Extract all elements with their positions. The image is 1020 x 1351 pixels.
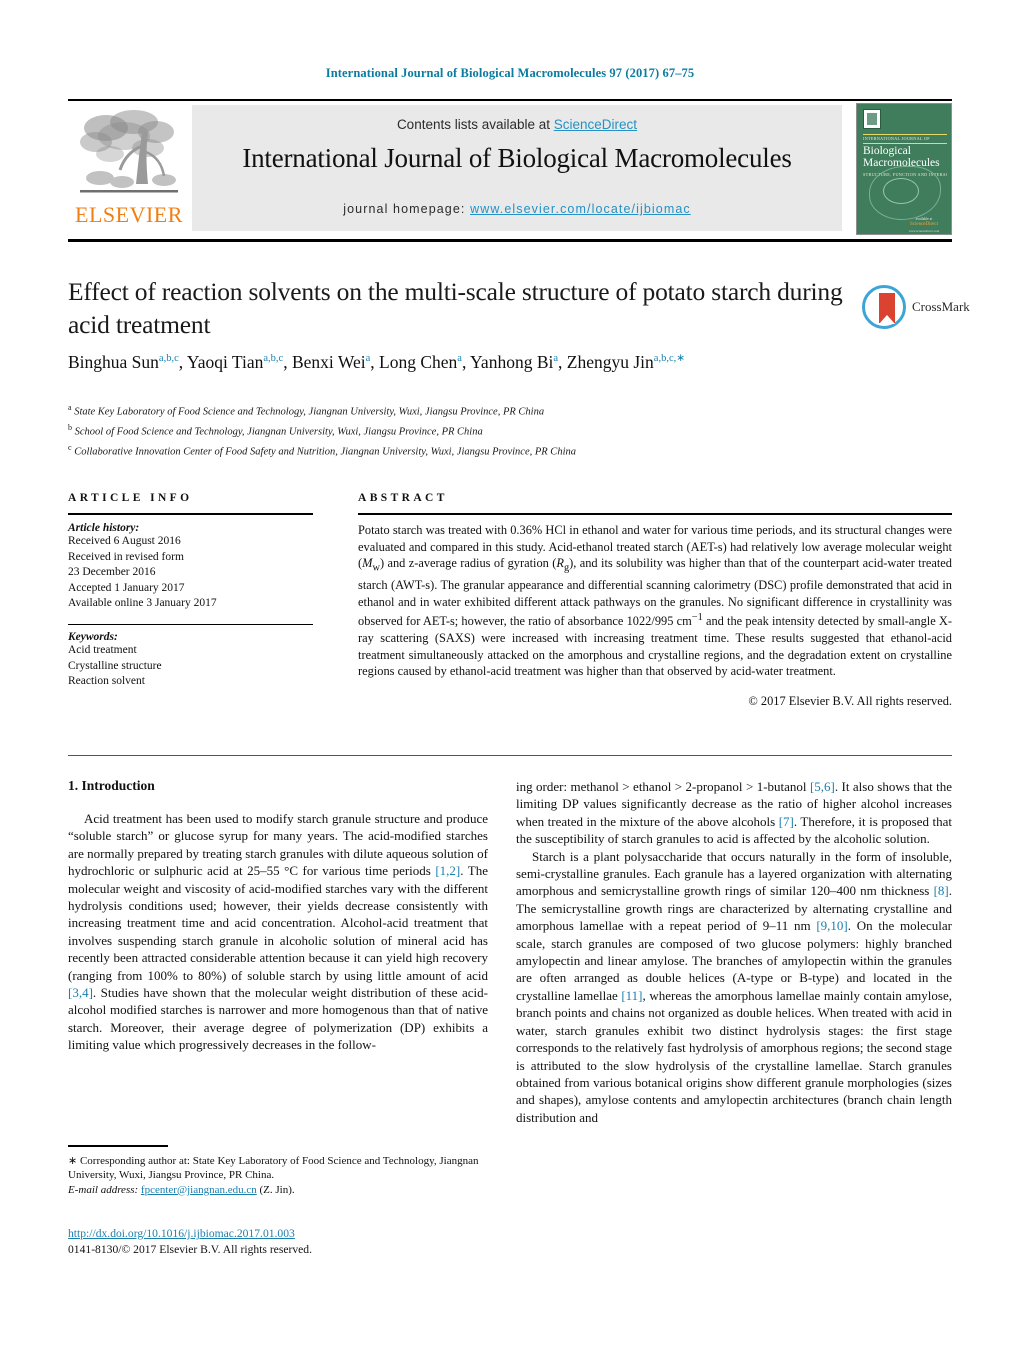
article-history-item: Received in revised form — [68, 550, 184, 563]
body-column-right: ing order: methanol > ethanol > 2-propan… — [516, 778, 952, 1126]
affiliation-marker: b — [68, 423, 72, 432]
corresponding-author-footnote: ∗ Corresponding author at: State Key Lab… — [68, 1145, 488, 1197]
cover-sciencedirect-mark: available at ScienceDirect www.sciencedi… — [901, 216, 947, 234]
keyword-item: Reaction solvent — [68, 675, 145, 687]
crossmark-label: CrossMark — [912, 299, 970, 314]
footnote-rule — [68, 1145, 168, 1147]
homepage-prefix: journal homepage: — [343, 202, 471, 216]
article-history-item: Received 6 August 2016 — [68, 535, 181, 547]
affiliation-item: a State Key Laboratory of Food Science a… — [68, 400, 958, 420]
article-info-heading: ARTICLE INFO — [68, 492, 193, 504]
page-title: Effect of reaction solvents on the multi… — [68, 277, 843, 339]
article-history-label: Article history: — [68, 522, 140, 534]
abstract-column: ABSTRACT Potato starch was treated with … — [358, 492, 952, 709]
elsevier-tree-icon — [80, 110, 178, 193]
affiliation-marker: a — [68, 403, 72, 412]
issn-copyright-line: 0141-8130/© 2017 Elsevier B.V. All right… — [68, 1243, 312, 1256]
sciencedirect-link[interactable]: ScienceDirect — [554, 117, 637, 132]
email-label: E-mail address: — [68, 1183, 139, 1196]
masthead-bottom-rule — [68, 239, 952, 242]
title-block: Effect of reaction solvents on the multi… — [68, 275, 858, 341]
body-paragraph: Acid treatment has been used to modify s… — [68, 811, 488, 1053]
abstract-heading: ABSTRACT — [358, 492, 448, 504]
abstract-copyright: © 2017 Elsevier B.V. All rights reserved… — [748, 693, 952, 708]
cover-molecule-inner — [883, 178, 919, 204]
keyword-item: Acid treatment — [68, 644, 137, 656]
journal-homepage-line: journal homepage: www.elsevier.com/locat… — [192, 202, 842, 216]
running-head: International Journal of Biological Macr… — [325, 66, 695, 80]
journal-masthead: ELSEVIER Contents lists available at Sci… — [68, 99, 952, 237]
body-column-left: 1. Introduction Acid treatment has been … — [68, 778, 488, 1054]
author-list: Binghua Suna,b,c, Yaoqi Tiana,b,c, Benxi… — [68, 352, 686, 372]
cover-kicker: INTERNATIONAL JOURNAL OF — [863, 136, 930, 141]
article-history-item: 23 December 2016 — [68, 566, 156, 578]
corresponding-author-text: ∗ Corresponding author at: State Key Lab… — [68, 1154, 479, 1182]
article-info-rule — [68, 513, 313, 515]
contents-lists-line: Contents lists available at ScienceDirec… — [192, 117, 842, 132]
keywords-rule — [68, 623, 313, 625]
keyword-item: Crystalline structure — [68, 659, 162, 672]
affiliation-marker: c — [68, 443, 72, 452]
masthead-center-panel: Contents lists available at ScienceDirec… — [192, 105, 842, 231]
contents-prefix: Contents lists available at — [396, 117, 554, 132]
journal-cover-thumbnail[interactable]: INTERNATIONAL JOURNAL OF Biological Macr… — [856, 103, 952, 235]
paper-page: International Journal of Biological Macr… — [0, 0, 1020, 1351]
body-paragraph: ing order: methanol > ethanol > 2-propan… — [516, 779, 952, 847]
elsevier-logo: ELSEVIER — [70, 106, 188, 234]
affiliation-item: c Collaborative Innovation Center of Foo… — [68, 440, 958, 460]
affiliation-text: State Key Laboratory of Food Science and… — [74, 406, 545, 418]
body-paragraph: Starch is a plant polysaccharide that oc… — [516, 848, 952, 1125]
body-separator-rule — [68, 755, 952, 756]
affiliation-item: b School of Food Science and Technology,… — [68, 420, 958, 440]
cover-sd-name: ScienceDirect — [909, 222, 939, 227]
keywords-label: Keywords: — [68, 631, 118, 643]
email-link[interactable]: fpcenter@jiangnan.edu.cn — [141, 1184, 257, 1196]
doi-link[interactable]: http://dx.doi.org/10.1016/j.ijbiomac.201… — [68, 1227, 295, 1240]
crossmark-icon — [862, 285, 906, 329]
article-history-item: Available online 3 January 2017 — [68, 597, 217, 609]
article-history-item: Accepted 1 January 2017 — [68, 581, 185, 594]
section-heading-introduction: 1. Introduction — [68, 778, 155, 793]
journal-homepage-link[interactable]: www.elsevier.com/locate/ijbiomac — [470, 202, 691, 216]
email-suffix: (Z. Jin). — [259, 1183, 295, 1196]
keywords-block: Keywords: Acid treatment Crystalline str… — [68, 623, 313, 690]
journal-title: International Journal of Biological Macr… — [242, 143, 792, 173]
affiliation-list: a State Key Laboratory of Food Science a… — [68, 400, 958, 460]
email-line: E-mail address: fpcenter@jiangnan.edu.cn… — [68, 1183, 488, 1198]
crossmark-badge[interactable]: CrossMark — [862, 285, 970, 331]
affiliation-text: School of Food Science and Technology, J… — [74, 426, 483, 438]
affiliation-text: Collaborative Innovation Center of Food … — [74, 446, 576, 458]
cover-sd-url: www.sciencedirect.com — [908, 229, 940, 233]
cover-elsevier-mark — [863, 109, 881, 129]
abstract-rule — [358, 513, 952, 515]
cover-title-line1: Biological — [863, 145, 911, 157]
abstract-body: Potato starch was treated with 0.36% HCl… — [358, 523, 953, 679]
doi-block: http://dx.doi.org/10.1016/j.ijbiomac.201… — [68, 1224, 518, 1257]
elsevier-wordmark: ELSEVIER — [75, 202, 183, 227]
article-info-column: ARTICLE INFO Article history: Received 6… — [68, 492, 313, 690]
